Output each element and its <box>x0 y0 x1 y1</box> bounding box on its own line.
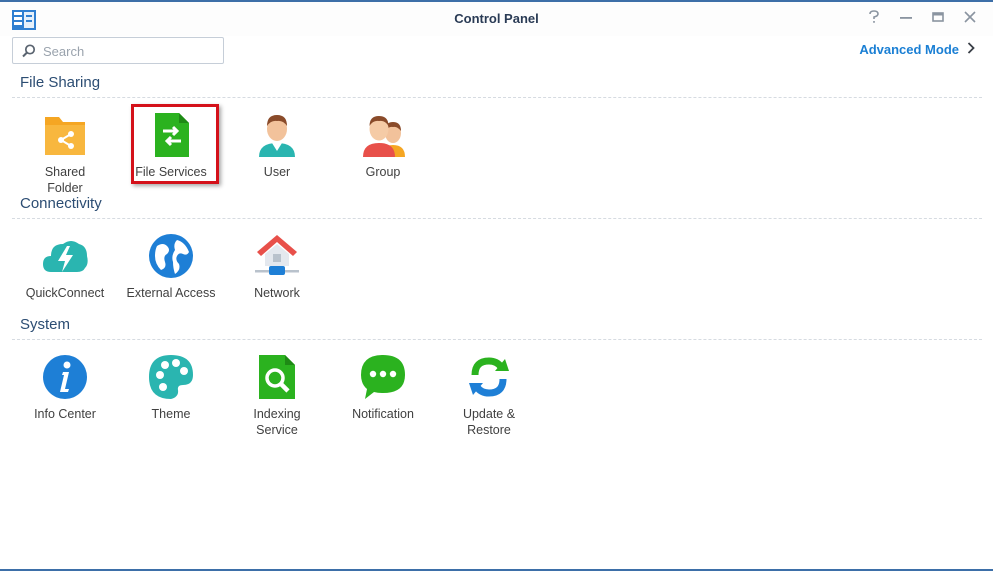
indexing-service-label-line1: Indexing <box>253 407 301 421</box>
help-icon <box>868 9 880 29</box>
network-label: Network <box>254 286 300 300</box>
maximize-icon <box>932 10 944 28</box>
quickconnect-label: QuickConnect <box>25 286 105 300</box>
group-label: Group <box>365 165 401 179</box>
shared-folder-label-line2: Folder <box>47 181 83 195</box>
quickconnect-icon <box>43 241 88 272</box>
file-services-highlight-box <box>131 104 219 184</box>
theme-label: Theme <box>151 407 191 421</box>
user-icon <box>259 115 295 157</box>
refresh-icon <box>469 357 509 397</box>
shared-folder-icon <box>45 117 85 155</box>
network-item[interactable]: Network <box>224 232 330 301</box>
info-center-label: Info Center <box>34 407 96 421</box>
section-divider <box>12 97 982 98</box>
indexing-icon <box>259 355 295 399</box>
close-icon <box>964 10 976 28</box>
section-divider <box>12 339 982 340</box>
search-input[interactable] <box>43 42 218 60</box>
window-title: Control Panel <box>454 11 539 26</box>
control-panel-window: Control Panel Search Advanced Mode File … <box>0 0 993 571</box>
section-title-system: System <box>20 316 71 333</box>
chat-bubble-icon <box>361 355 405 399</box>
search-icon <box>22 44 36 58</box>
title-bar: Control Panel <box>0 2 993 36</box>
update-restore-label-line1: Update & <box>462 407 516 421</box>
info-center-item[interactable]: Info Center <box>12 353 118 422</box>
advanced-mode-link[interactable]: Advanced Mode <box>859 42 975 57</box>
section-divider <box>12 218 982 219</box>
notification-item[interactable]: Notification <box>330 353 436 422</box>
advanced-mode-label: Advanced Mode <box>859 42 959 57</box>
minimize-icon <box>900 10 912 28</box>
info-icon <box>43 355 87 399</box>
section-title-file-sharing: File Sharing <box>20 74 101 91</box>
notification-label: Notification <box>352 407 414 421</box>
search-box[interactable] <box>12 37 224 64</box>
theme-item[interactable]: Theme <box>118 353 224 422</box>
close-button[interactable] <box>959 8 981 30</box>
user-label: User <box>263 165 291 179</box>
help-button[interactable] <box>863 8 885 30</box>
external-access-item[interactable]: External Access <box>118 232 224 301</box>
group-icon <box>363 116 405 157</box>
external-access-label: External Access <box>126 286 216 300</box>
user-item[interactable]: User <box>224 111 330 180</box>
shared-folder-item[interactable]: Shared Folder <box>12 111 118 196</box>
globe-icon <box>149 234 193 278</box>
group-item[interactable]: Group <box>330 111 436 180</box>
indexing-service-label-line2: Service <box>256 423 298 437</box>
quickconnect-item[interactable]: QuickConnect <box>12 232 118 301</box>
update-restore-label-line2: Restore <box>467 423 511 437</box>
minimize-button[interactable] <box>895 8 917 30</box>
section-title-connectivity: Connectivity <box>20 195 102 212</box>
shared-folder-label-line1: Shared <box>44 165 86 179</box>
chevron-right-icon <box>967 42 975 57</box>
update-restore-item[interactable]: Update & Restore <box>436 353 542 438</box>
palette-icon <box>149 355 193 399</box>
network-icon <box>255 235 299 275</box>
indexing-service-item[interactable]: Indexing Service <box>224 353 330 438</box>
maximize-button[interactable] <box>927 8 949 30</box>
